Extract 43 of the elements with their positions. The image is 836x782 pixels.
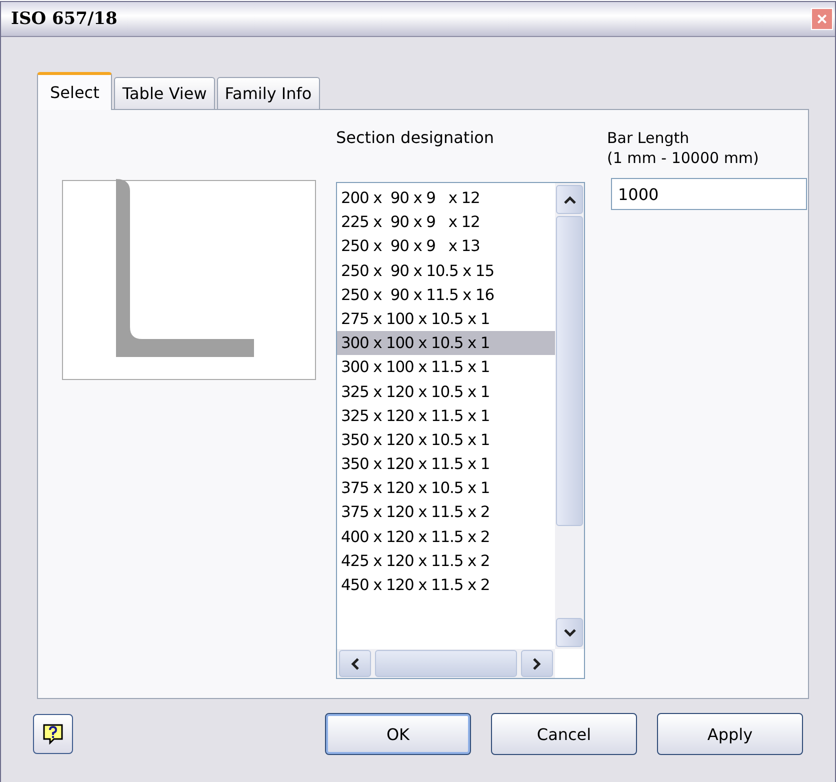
caret-down-icon [562,628,576,638]
tab[interactable]: Select [37,72,112,110]
section-list[interactable] [336,182,585,679]
dialog-button[interactable]: OK [325,713,471,755]
scroll-left-button[interactable] [339,650,371,677]
list-item[interactable]: 250 x 90 x 11.5 x 16 [337,282,555,307]
caret-left-icon [350,656,360,670]
scroll-thumb[interactable] [556,216,583,526]
list-item[interactable]: 300 x 100 x 11.5 x 1 [337,355,555,380]
list-item[interactable]: 450 x 120 x 11.5 x 2 [337,573,555,598]
list-item[interactable]: 250 x 90 x 9 x 13 [337,234,555,259]
list-item[interactable]: 400 x 120 x 11.5 x 2 [337,524,555,549]
list-item[interactable]: 375 x 120 x 10.5 x 1 [337,476,555,500]
tab[interactable]: Family Info [216,77,320,109]
list-item[interactable]: 275 x 100 x 10.5 x 1 [337,306,555,332]
list-item[interactable]: 350 x 120 x 11.5 x 1 [337,452,555,476]
list-item[interactable]: 300 x 100 x 10.5 x 1 [337,331,555,356]
dialog-button[interactable]: Cancel [491,713,637,755]
caret-right-icon [532,656,542,670]
caret-up-icon [562,194,576,204]
help-button[interactable] [33,714,73,754]
list-item[interactable]: 200 x 90 x 9 x 12 [337,186,555,210]
list-item[interactable]: 350 x 120 x 10.5 x 1 [337,428,555,452]
bar-length-field[interactable]: 1000 [611,178,807,210]
list-item[interactable]: 250 x 90 x 10.5 x 15 [337,258,555,283]
list-item[interactable]: 225 x 90 x 9 x 12 [337,210,555,234]
section-designation-label: Section designation [336,128,496,149]
scroll-right-button[interactable] [521,650,553,677]
list-item[interactable]: 325 x 120 x 11.5 x 1 [337,404,555,428]
bar-length-label: Bar Length [607,128,690,148]
help-icon [42,723,64,745]
list-item[interactable]: 425 x 120 x 11.5 x 2 [337,548,555,573]
dialog-button[interactable]: Apply [657,713,803,755]
scroll-thumb[interactable] [375,650,517,677]
window-title: ISO 657/18 [11,9,118,29]
tab[interactable]: Table View [114,77,215,109]
horizontal-scrollbar[interactable] [337,649,555,678]
scroll-down-button[interactable] [556,618,583,647]
vertical-scrollbar[interactable] [555,183,584,649]
scroll-up-button[interactable] [556,185,583,214]
list-item[interactable]: 325 x 120 x 10.5 x 1 [337,380,555,404]
bar-length-range: (1 mm - 10000 mm) [607,148,760,168]
list-item[interactable]: 375 x 120 x 11.5 x 2 [337,500,555,525]
